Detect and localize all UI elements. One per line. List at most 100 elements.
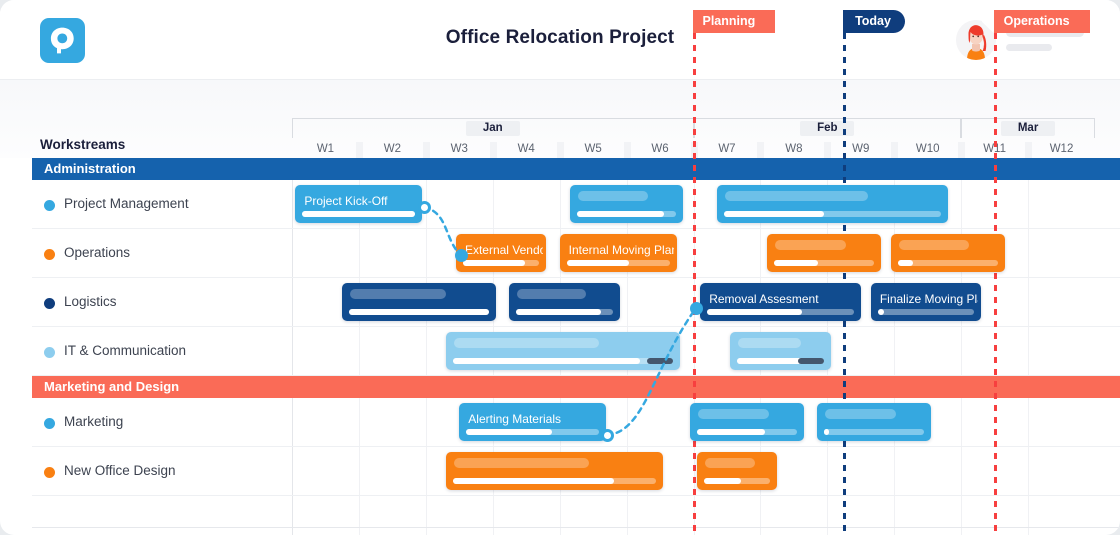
grid-bottom-edge [32,527,1120,528]
progress-track [516,309,613,315]
progress-track [774,260,874,266]
progress-fill [452,478,614,484]
progress-cap [647,358,674,364]
dependency-end-dot[interactable] [455,249,468,262]
month-label: Feb [800,121,855,136]
section-header[interactable]: Marketing and Design [32,376,1120,398]
gantt-bar[interactable]: Finalize Moving Plan [870,283,982,321]
workstream-color-dot [44,298,55,309]
progress-track [302,211,416,217]
week-label: W8 [785,143,803,155]
gantt-bar[interactable] [569,185,684,223]
week-tick [489,142,497,158]
bar-title-placeholder [577,191,649,201]
gantt-bar[interactable] [716,185,948,223]
week-tick [891,142,899,158]
progress-track [452,478,657,484]
gantt-bar-label: Alerting Materials [468,412,561,426]
progress-fill [697,429,765,435]
bar-title-placeholder [453,458,589,468]
week-label: W6 [651,143,669,155]
week-tick [757,142,765,158]
workstream-label: Logistics [64,294,117,309]
bar-title-placeholder [453,338,600,348]
progress-fill [302,211,416,217]
week-tick [1025,142,1033,158]
week-label: W5 [584,143,602,155]
month-label: Jan [465,121,520,136]
progress-fill [516,309,602,315]
gantt-bar[interactable] [509,283,620,321]
week-tick [355,142,363,158]
gantt-bar[interactable] [696,452,778,490]
gantt-bar[interactable] [445,332,681,370]
gantt-bar[interactable]: External Vendors [455,234,547,272]
progress-track [703,478,771,484]
gantt-bar[interactable]: Alerting Materials [459,403,607,441]
dependency-start-dot[interactable] [418,201,431,214]
workstream-label: Project Management [64,196,189,211]
workstream-color-dot [44,249,55,260]
progress-fill [877,309,884,315]
gantt-bar[interactable]: Project Kick-Off [295,185,423,223]
progress-track [707,309,854,315]
progress-fill [897,260,913,266]
progress-fill [774,260,818,266]
progress-fill [566,260,629,266]
gantt-bar[interactable] [445,452,664,490]
workstream-label: Marketing [64,414,124,429]
week-tick [623,142,631,158]
week-tick [556,142,564,158]
bar-title-placeholder [350,289,446,299]
bar-title-placeholder [698,409,769,419]
gantt-bar-label: Finalize Moving Plan [879,292,978,306]
workstream-color-dot [44,467,55,478]
progress-track [723,211,941,217]
workstream-color-dot [44,347,55,358]
week-label: W3 [450,143,468,155]
gantt-bar[interactable] [767,234,881,272]
gantt-bar[interactable] [690,403,804,441]
week-label: W1 [316,143,335,155]
dependency-start-dot[interactable] [601,429,614,442]
progress-fill [824,429,830,435]
section-header[interactable]: Administration [32,158,1120,180]
gantt-bar[interactable] [890,234,1005,272]
dependency-end-dot[interactable] [690,302,703,315]
workstream-label: New Office Design [64,463,176,478]
progress-track [576,211,677,217]
progress-track [824,429,925,435]
progress-track [697,429,797,435]
gantt-bar[interactable] [342,283,497,321]
workstreams-column-header: Workstreams [40,137,126,152]
marker-line-planning [692,33,696,535]
progress-fill [723,211,824,217]
gantt-bar[interactable]: Internal Moving Plan [559,234,677,272]
week-tick [958,142,966,158]
gantt-bar[interactable] [730,332,831,370]
week-label: W7 [718,143,736,155]
progress-track [466,429,600,435]
bar-title-placeholder [775,240,846,250]
workstream-color-dot [44,200,55,211]
marker-line-operations [993,33,997,535]
gantt-bar-label: Project Kick-Off [304,194,388,208]
app-header: Office Relocation Project [0,0,1120,80]
today-marker[interactable]: Today [843,10,905,33]
user-role-placeholder [1006,44,1052,51]
week-tick [824,142,832,158]
progress-track [349,309,490,315]
bar-title-placeholder [825,409,896,419]
week-label: W9 [852,143,870,155]
gantt-bar[interactable]: Removal Assesment [700,283,861,321]
week-tick [422,142,430,158]
gantt-app: Office Relocation Project Workstreams Ja… [0,0,1120,535]
progress-cap [797,358,824,364]
bar-title-placeholder [704,458,755,468]
week-label: W10 [915,143,940,155]
gantt-bar[interactable] [817,403,932,441]
page-title: Office Relocation Project [445,27,675,48]
month-label: Mar [1001,121,1056,136]
bar-title-placeholder [738,338,801,348]
workstream-label: IT & Communication [64,343,187,358]
